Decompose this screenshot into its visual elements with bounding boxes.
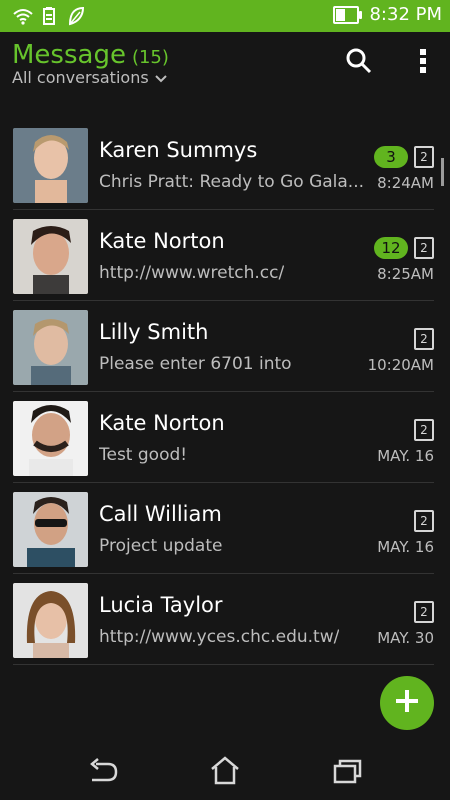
filter-label: All conversations: [12, 68, 149, 87]
sim-icon: 2: [414, 328, 434, 350]
conversation-meta: 2: [414, 510, 434, 532]
header-actions: [344, 48, 438, 78]
sim-icon: 2: [414, 237, 434, 259]
conversation-list[interactable]: Karen Summys Chris Pratt: Ready to Go Ga…: [0, 120, 450, 665]
sim-icon: 2: [414, 419, 434, 441]
title-text: Message: [12, 40, 126, 70]
page-title: Message (15): [12, 40, 169, 70]
avatar: [13, 583, 88, 658]
avatar: [13, 219, 88, 294]
contact-name: Kate Norton: [99, 229, 225, 253]
message-count: (15): [131, 47, 169, 68]
contact-name: Kate Norton: [99, 411, 225, 435]
message-preview: http://www.yces.chc.edu.tw/: [99, 627, 340, 647]
back-button[interactable]: [84, 754, 120, 790]
divider: [13, 664, 434, 665]
plus-icon: [393, 687, 421, 719]
status-time: 8:32 PM: [369, 4, 442, 25]
sim-icon: 2: [414, 510, 434, 532]
status-bar: 8:32 PM: [0, 0, 450, 32]
message-time: 10:20AM: [367, 356, 434, 374]
recents-icon: [332, 756, 364, 788]
home-icon: [208, 755, 242, 789]
conversation-meta: 12 2: [374, 237, 434, 259]
navigation-bar: [0, 740, 450, 800]
battery-saver-icon: [42, 6, 60, 30]
leaf-icon: [68, 6, 85, 30]
home-button[interactable]: [207, 754, 243, 790]
status-right: 8:32 PM: [333, 4, 442, 25]
divider: [13, 482, 434, 483]
header: Message (15) All conversations: [0, 32, 450, 120]
wifi-icon: [12, 7, 34, 29]
message-preview: Please enter 6701 into: [99, 354, 292, 374]
conversation-meta: 3 2: [374, 146, 434, 168]
status-left: [12, 6, 85, 30]
back-icon: [86, 756, 118, 788]
contact-name: Call William: [99, 502, 222, 526]
avatar: [13, 492, 88, 567]
avatar: [13, 310, 88, 385]
message-preview: http://www.wretch.cc/: [99, 263, 285, 283]
search-button[interactable]: [344, 48, 374, 78]
contact-name: Lucia Taylor: [99, 593, 223, 617]
chevron-down-icon: [154, 68, 167, 87]
conversation-item[interactable]: Kate Norton Test good! 2 MAY. 16: [0, 393, 450, 483]
message-time: MAY. 16: [377, 447, 434, 465]
conversation-item[interactable]: Lilly Smith Please enter 6701 into 2 10:…: [0, 302, 450, 392]
recents-button[interactable]: [330, 754, 366, 790]
message-time: MAY. 30: [377, 629, 434, 647]
divider: [13, 573, 434, 574]
avatar: [13, 401, 88, 476]
search-icon: [345, 47, 373, 79]
more-vert-icon: [418, 47, 428, 79]
battery-icon: [333, 5, 363, 24]
overflow-menu-button[interactable]: [408, 48, 438, 78]
scrollbar[interactable]: [441, 158, 444, 186]
divider: [13, 391, 434, 392]
contact-name: Karen Summys: [99, 138, 258, 162]
conversation-meta: 2: [414, 419, 434, 441]
message-time: 8:25AM: [377, 265, 434, 283]
message-preview: Chris Pratt: Ready to Go Gala...: [99, 172, 364, 192]
message-preview: Test good!: [99, 445, 188, 465]
new-message-button[interactable]: [380, 676, 434, 730]
conversation-item[interactable]: Karen Summys Chris Pratt: Ready to Go Ga…: [0, 120, 450, 210]
conversation-item[interactable]: Kate Norton http://www.wretch.cc/ 12 2 8…: [0, 211, 450, 301]
conversation-item[interactable]: Lucia Taylor http://www.yces.chc.edu.tw/…: [0, 575, 450, 665]
sim-icon: 2: [414, 146, 434, 168]
sim-icon: 2: [414, 601, 434, 623]
conversation-meta: 2: [414, 601, 434, 623]
message-time: 8:24AM: [377, 174, 434, 192]
unread-badge: 12: [374, 237, 408, 259]
message-time: MAY. 16: [377, 538, 434, 556]
conversation-item[interactable]: Call William Project update 2 MAY. 16: [0, 484, 450, 574]
divider: [13, 209, 434, 210]
conversation-filter-dropdown[interactable]: All conversations: [12, 68, 167, 87]
conversation-meta: 2: [414, 328, 434, 350]
divider: [13, 300, 434, 301]
contact-name: Lilly Smith: [99, 320, 209, 344]
unread-badge: 3: [374, 146, 408, 168]
avatar: [13, 128, 88, 203]
message-preview: Project update: [99, 536, 223, 556]
